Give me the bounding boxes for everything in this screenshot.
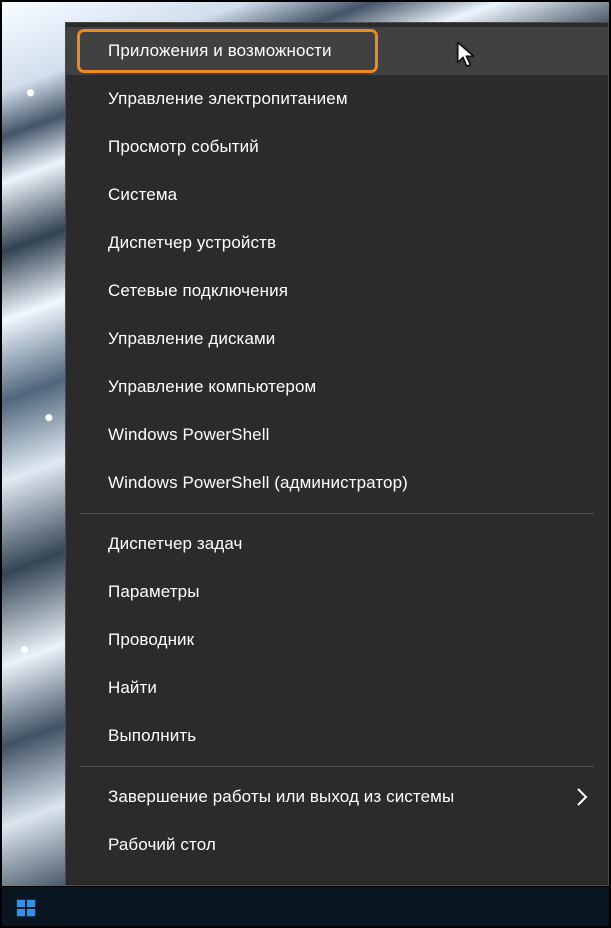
menu-item-powershell[interactable]: Windows PowerShell <box>66 411 608 459</box>
menu-item-explorer[interactable]: Проводник <box>66 616 608 664</box>
menu-item-event-viewer[interactable]: Просмотр событий <box>66 123 608 171</box>
menu-item-label: Сетевые подключения <box>108 281 288 301</box>
menu-item-label: Windows PowerShell (администратор) <box>108 473 408 493</box>
menu-item-desktop[interactable]: Рабочий стол <box>66 821 608 869</box>
menu-item-search[interactable]: Найти <box>66 664 608 712</box>
menu-item-label: Система <box>108 185 177 205</box>
start-button[interactable] <box>0 887 52 928</box>
menu-item-run[interactable]: Выполнить <box>66 712 608 760</box>
menu-item-powershell-admin[interactable]: Windows PowerShell (администратор) <box>66 459 608 507</box>
menu-item-computer-management[interactable]: Управление компьютером <box>66 363 608 411</box>
menu-item-label: Параметры <box>108 582 200 602</box>
menu-item-label: Приложения и возможности <box>108 41 332 61</box>
menu-item-label: Проводник <box>108 630 194 650</box>
menu-item-label: Управление компьютером <box>108 377 316 397</box>
menu-item-network-connections[interactable]: Сетевые подключения <box>66 267 608 315</box>
taskbar <box>0 886 611 928</box>
menu-item-apps-features[interactable]: Приложения и возможности <box>66 27 608 75</box>
menu-item-label: Завершение работы или выход из системы <box>108 787 454 807</box>
menu-item-label: Windows PowerShell <box>108 425 269 445</box>
menu-item-device-manager[interactable]: Диспетчер устройств <box>66 219 608 267</box>
menu-item-task-manager[interactable]: Диспетчер задач <box>66 520 608 568</box>
menu-item-disk-management[interactable]: Управление дисками <box>66 315 608 363</box>
windows-logo-icon <box>15 897 37 919</box>
menu-item-label: Выполнить <box>108 726 196 746</box>
menu-item-settings[interactable]: Параметры <box>66 568 608 616</box>
menu-item-label: Управление электропитанием <box>108 89 348 109</box>
menu-item-system[interactable]: Система <box>66 171 608 219</box>
menu-item-shutdown-signout[interactable]: Завершение работы или выход из системы <box>66 773 608 821</box>
menu-separator <box>80 513 594 514</box>
menu-item-label: Управление дисками <box>108 329 275 349</box>
menu-item-label: Диспетчер устройств <box>108 233 276 253</box>
menu-item-label: Диспетчер задач <box>108 534 243 554</box>
chevron-right-icon <box>576 787 588 807</box>
menu-item-label: Просмотр событий <box>108 137 259 157</box>
menu-item-label: Найти <box>108 678 157 698</box>
winx-context-menu: Приложения и возможности Управление элект… <box>65 22 609 886</box>
menu-item-power-management[interactable]: Управление электропитанием <box>66 75 608 123</box>
menu-separator <box>80 766 594 767</box>
menu-item-label: Рабочий стол <box>108 835 216 855</box>
